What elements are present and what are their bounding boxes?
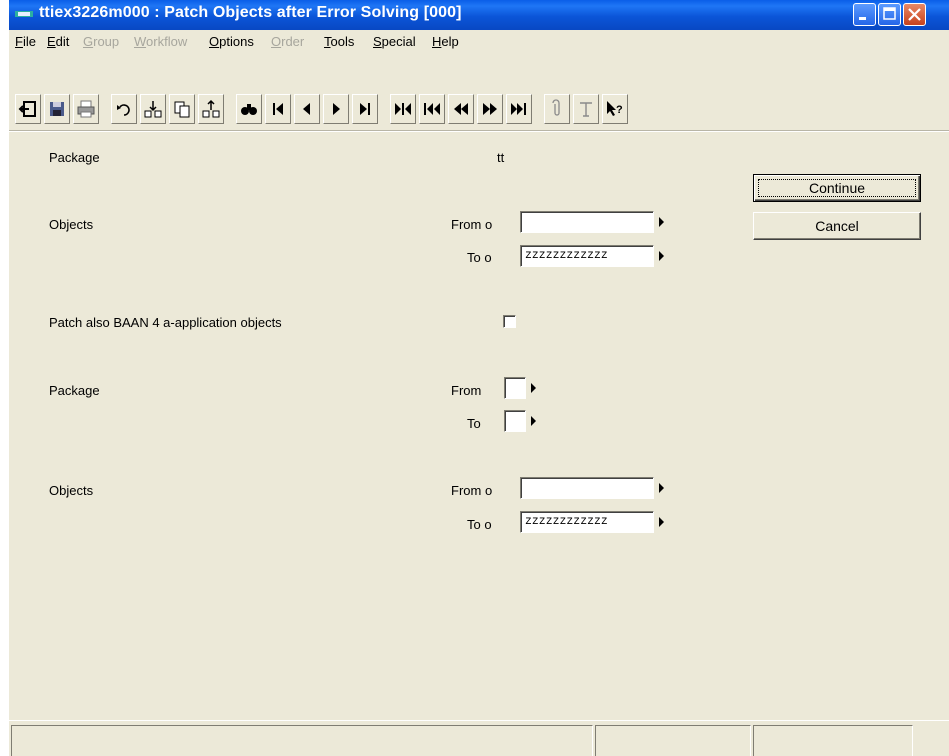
menu-edit[interactable]: Edit — [47, 34, 69, 49]
find-button[interactable] — [236, 94, 262, 124]
toolbar-separator — [9, 130, 949, 132]
maximize-button[interactable] — [878, 3, 901, 26]
cancel-button-label: Cancel — [815, 218, 859, 234]
last-record-icon — [360, 103, 370, 115]
next-record-button[interactable] — [323, 94, 349, 124]
objects2-label: Objects — [49, 483, 94, 498]
objects2-to-zoom-arrow-icon[interactable] — [659, 517, 664, 527]
maximize-icon — [883, 7, 896, 20]
close-button[interactable] — [903, 3, 926, 26]
patch-also-checkbox[interactable] — [503, 315, 516, 328]
package2-from-label: From — [451, 383, 482, 398]
text-icon — [580, 102, 592, 117]
context-help-icon: ? — [607, 101, 623, 116]
status-pane-2 — [595, 725, 751, 756]
next-record-icon — [333, 103, 340, 115]
svg-text:?: ? — [616, 104, 623, 116]
first-record-icon — [273, 103, 283, 115]
exit-button[interactable] — [15, 94, 41, 124]
find-icon — [241, 104, 257, 115]
cancel-button[interactable]: Cancel — [753, 212, 921, 240]
undo-icon — [117, 104, 130, 116]
print-icon — [77, 100, 95, 118]
objects-label: Objects — [49, 217, 94, 232]
package2-to-input[interactable] — [504, 410, 526, 432]
menu-bar: File Edit Group Workflow Options Order T… — [9, 30, 949, 52]
package2-to-zoom-arrow-icon[interactable] — [531, 416, 536, 426]
menu-workflow[interactable]: Workflow — [134, 34, 187, 49]
first-set-button[interactable] — [390, 94, 416, 124]
application-window: ttiex3226m000 : Patch Objects after Erro… — [9, 0, 949, 756]
last-group-icon — [511, 103, 526, 115]
objects-to-label: To o — [467, 250, 492, 265]
continue-button[interactable]: Continue — [753, 174, 921, 202]
undo-button[interactable] — [111, 94, 137, 124]
close-icon — [908, 8, 921, 21]
previous-group-icon — [454, 103, 468, 115]
patch-also-label: Patch also BAAN 4 a-application objects — [49, 315, 282, 330]
previous-group-button[interactable] — [448, 94, 474, 124]
package2-label: Package — [49, 383, 100, 398]
copy-button[interactable] — [169, 94, 195, 124]
first-record-button[interactable] — [265, 94, 291, 124]
print-button[interactable] — [73, 94, 99, 124]
save-icon — [50, 102, 64, 116]
copy-icon — [174, 101, 190, 118]
context-help-button[interactable]: ? — [602, 94, 628, 124]
next-group-icon — [483, 103, 497, 115]
save-button[interactable] — [44, 94, 70, 124]
previous-record-button[interactable] — [294, 94, 320, 124]
insert-button[interactable] — [140, 94, 166, 124]
objects2-from-input[interactable] — [520, 477, 654, 499]
next-group-button[interactable] — [477, 94, 503, 124]
focus-rectangle — [758, 179, 916, 197]
title-bar[interactable]: ttiex3226m000 : Patch Objects after Erro… — [9, 0, 949, 30]
objects2-to-label: To o — [467, 517, 492, 532]
previous-record-icon — [303, 103, 310, 115]
menu-special[interactable]: Special — [373, 34, 416, 49]
package-label: Package — [49, 150, 100, 165]
objects2-to-input[interactable]: zzzzzzzzzzzz — [520, 511, 654, 533]
attachment-icon — [552, 99, 560, 116]
objects2-from-zoom-arrow-icon[interactable] — [659, 483, 664, 493]
menu-file[interactable]: File — [15, 34, 36, 49]
last-group-button[interactable] — [506, 94, 532, 124]
app-icon — [15, 11, 33, 17]
first-group-icon — [424, 103, 440, 115]
duplicate-icon — [202, 99, 220, 118]
package2-to-label: To — [467, 416, 481, 431]
package2-from-input[interactable] — [504, 377, 526, 399]
menu-group[interactable]: Group — [83, 34, 119, 49]
menu-order[interactable]: Order — [271, 34, 304, 49]
objects-from-input[interactable] — [520, 211, 654, 233]
duplicate-button[interactable] — [198, 94, 224, 124]
minimize-icon — [859, 17, 866, 20]
window-title: ttiex3226m000 : Patch Objects after Erro… — [39, 4, 462, 21]
status-pane-3 — [753, 725, 913, 756]
minimize-button[interactable] — [853, 3, 876, 26]
objects-from-label: From o — [451, 217, 493, 232]
status-pane-message — [11, 725, 593, 756]
status-bar — [9, 720, 949, 756]
package-value: tt — [497, 150, 505, 165]
first-set-icon — [395, 103, 411, 115]
menu-help[interactable]: Help — [432, 34, 459, 49]
objects-to-input[interactable]: zzzzzzzzzzzz — [520, 245, 654, 267]
attachment-button[interactable] — [544, 94, 570, 124]
last-record-button[interactable] — [352, 94, 378, 124]
menu-options[interactable]: Options — [209, 34, 254, 49]
objects-to-zoom-arrow-icon[interactable] — [659, 251, 664, 261]
exit-icon — [18, 101, 36, 117]
menu-tools[interactable]: Tools — [324, 34, 354, 49]
text-button[interactable] — [573, 94, 599, 124]
package2-from-zoom-arrow-icon[interactable] — [531, 383, 536, 393]
first-group-button[interactable] — [419, 94, 445, 124]
objects2-from-label: From o — [451, 483, 493, 498]
objects-from-zoom-arrow-icon[interactable] — [659, 217, 664, 227]
insert-icon — [144, 101, 162, 118]
